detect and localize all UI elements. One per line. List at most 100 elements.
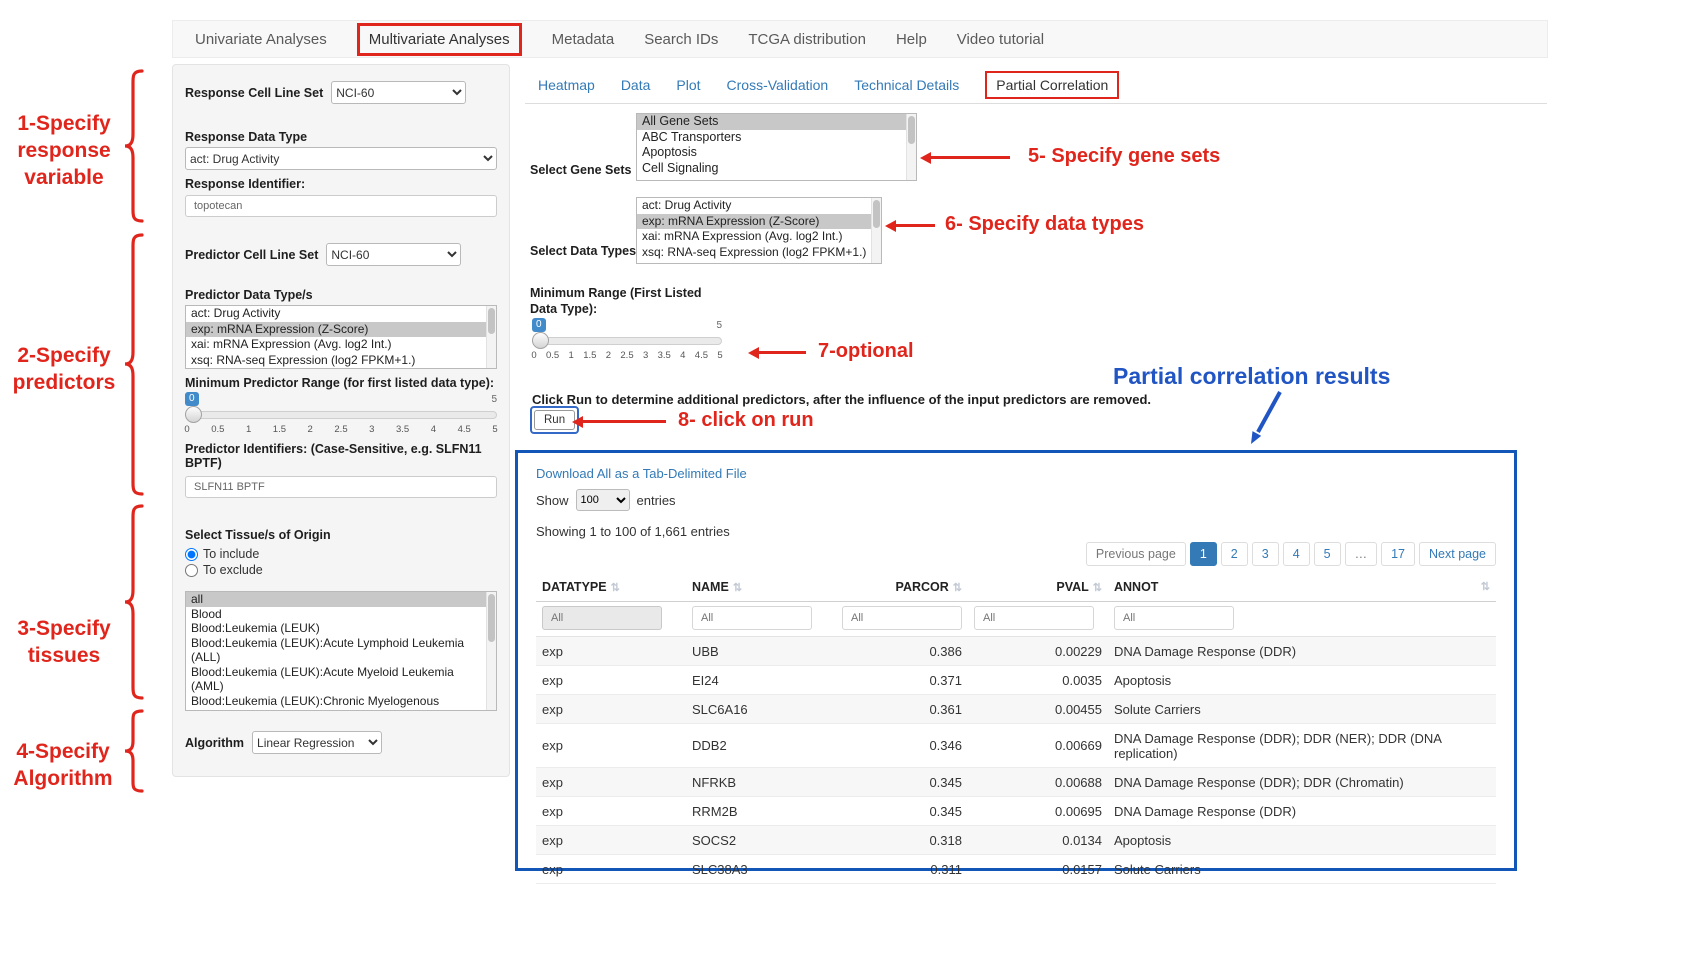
list-item[interactable]: exp: mRNA Expression (Z-Score) xyxy=(637,214,881,230)
next-page-button[interactable]: Next page xyxy=(1419,542,1496,566)
tab-data[interactable]: Data xyxy=(621,77,651,93)
algorithm-select[interactable]: Linear Regression xyxy=(252,731,382,754)
response-data-type-select[interactable]: act: Drug Activity xyxy=(185,147,497,170)
page-button-3[interactable]: 3 xyxy=(1252,542,1279,566)
page-button-4[interactable]: 4 xyxy=(1283,542,1310,566)
download-tab-delimited-link[interactable]: Download All as a Tab-Delimited File xyxy=(536,466,747,481)
showing-entries-text: Showing 1 to 100 of 1,661 entries xyxy=(536,524,1496,539)
entries-per-page-select[interactable]: 100 xyxy=(576,489,630,511)
predictor-cell-line-set-row: Predictor Cell Line Set NCI-60 xyxy=(185,243,497,266)
sort-icon[interactable]: ⇅ xyxy=(1093,582,1102,594)
scrollbar-thumb[interactable] xyxy=(488,308,495,334)
brace-predictors-section xyxy=(120,232,146,497)
page: Univariate Analyses Multivariate Analyse… xyxy=(0,0,1700,956)
filter-annot-input[interactable] xyxy=(1114,606,1234,630)
response-cell-line-set-select[interactable]: NCI-60 xyxy=(331,81,466,104)
tab-divider xyxy=(525,103,1547,104)
table-row: exp RRM2B 0.345 0.00695 DNA Damage Respo… xyxy=(536,797,1496,826)
slider-handle[interactable] xyxy=(532,332,549,349)
list-item[interactable]: exp: mRNA Expression (Z-Score) xyxy=(186,322,496,338)
tissue-exclude-label: To exclude xyxy=(203,563,263,577)
tissue-include-radio[interactable] xyxy=(185,548,198,561)
col-header-annot[interactable]: ANNOT⇅ xyxy=(1108,572,1496,602)
sort-icon[interactable]: ⇅ xyxy=(733,582,742,594)
list-item[interactable]: Apoptosis xyxy=(637,145,916,161)
col-header-parcor[interactable]: PARCOR⇅ xyxy=(836,572,968,602)
algorithm-label: Algorithm xyxy=(185,736,244,750)
sort-icon[interactable]: ⇅ xyxy=(1481,580,1490,593)
table-row: exp SLC38A3 0.311 0.0157 Solute Carriers xyxy=(536,855,1496,884)
tissue-exclude-radio[interactable] xyxy=(185,564,198,577)
tab-heatmap[interactable]: Heatmap xyxy=(538,77,595,93)
list-item[interactable]: all xyxy=(186,592,496,607)
tab-technical-details[interactable]: Technical Details xyxy=(854,77,959,93)
page-button-2[interactable]: 2 xyxy=(1221,542,1248,566)
list-item[interactable]: xsq: RNA-seq Expression (log2 FPKM+1.) xyxy=(637,245,881,261)
brace-response-section xyxy=(120,68,146,224)
response-identifier-input[interactable] xyxy=(185,195,497,217)
previous-page-button[interactable]: Previous page xyxy=(1086,542,1186,566)
nav-search-ids[interactable]: Search IDs xyxy=(644,31,718,48)
list-item[interactable]: Blood:Leukemia (LEUK):Acute Myeloid Leuk… xyxy=(186,665,496,694)
col-header-name[interactable]: NAME⇅ xyxy=(686,572,836,602)
list-item[interactable]: ABC Transporters xyxy=(637,130,916,146)
scrollbar-thumb[interactable] xyxy=(908,116,915,144)
list-item[interactable]: Blood:Leukemia (LEUK) xyxy=(186,621,496,636)
control-panel: Response Cell Line Set NCI-60 Response D… xyxy=(172,64,510,777)
nav-tcga-distribution[interactable]: TCGA distribution xyxy=(748,31,866,48)
scrollbar xyxy=(871,198,881,263)
predictor-cell-line-set-select[interactable]: NCI-60 xyxy=(326,243,461,266)
entries-label: entries xyxy=(637,493,676,508)
sort-icon[interactable]: ⇅ xyxy=(611,582,620,594)
list-item[interactable]: xai: mRNA Expression (Avg. log2 Int.) xyxy=(637,229,881,245)
scrollbar-thumb[interactable] xyxy=(488,594,495,642)
tab-plot[interactable]: Plot xyxy=(676,77,700,93)
filter-datatype-input[interactable] xyxy=(542,606,662,630)
tab-partial-correlation[interactable]: Partial Correlation xyxy=(985,71,1119,99)
list-item[interactable]: xai: mRNA Expression (Avg. log2 Int.) xyxy=(186,337,496,353)
show-label: Show xyxy=(536,493,569,508)
filter-name-input[interactable] xyxy=(692,606,812,630)
brace-tissues-section xyxy=(120,503,146,701)
slider-track xyxy=(185,411,497,419)
sort-icon[interactable]: ⇅ xyxy=(953,582,962,594)
list-item[interactable]: act: Drug Activity xyxy=(186,306,496,322)
scrollbar-thumb[interactable] xyxy=(873,200,880,228)
list-item[interactable]: Blood:Leukemia (LEUK):Acute Lymphoid Leu… xyxy=(186,636,496,665)
list-item[interactable]: Cell Signaling xyxy=(637,161,916,177)
tissue-include-label: To include xyxy=(203,547,259,561)
nav-help[interactable]: Help xyxy=(896,31,927,48)
slider-value-badge: 0 xyxy=(185,392,199,406)
tissue-include-option: To include xyxy=(185,547,497,561)
page-button-17[interactable]: 17 xyxy=(1381,542,1415,566)
predictor-identifiers-label: Predictor Identifiers: (Case-Sensitive, … xyxy=(185,442,497,470)
predictor-data-types-list: act: Drug Activity exp: mRNA Expression … xyxy=(185,305,497,369)
annotation-step1: 1-Specify response variable xyxy=(8,110,120,191)
filter-parcor-input[interactable] xyxy=(842,606,962,630)
nav-multivariate-analyses[interactable]: Multivariate Analyses xyxy=(357,23,522,56)
filter-pval-input[interactable] xyxy=(974,606,1094,630)
list-item[interactable]: Blood xyxy=(186,607,496,622)
list-item[interactable]: All Gene Sets xyxy=(637,114,916,130)
table-row: exp DDB2 0.346 0.00669 DNA Damage Respon… xyxy=(536,724,1496,768)
slider-handle[interactable] xyxy=(185,406,202,423)
nav-video-tutorial[interactable]: Video tutorial xyxy=(957,31,1044,48)
arrow-to-gene-sets xyxy=(930,156,1010,159)
page-button-5[interactable]: 5 xyxy=(1314,542,1341,566)
list-item[interactable]: xsq: RNA-seq Expression (log2 FPKM+1.) xyxy=(186,353,496,369)
arrow-to-range-slider xyxy=(758,351,806,354)
gene-sets-list: All Gene Sets ABC Transporters Apoptosis… xyxy=(636,113,917,181)
tab-cross-validation[interactable]: Cross-Validation xyxy=(727,77,829,93)
predictor-identifiers-input[interactable] xyxy=(185,476,497,498)
col-header-datatype[interactable]: DATATYPE⇅ xyxy=(536,572,686,602)
nav-univariate-analyses[interactable]: Univariate Analyses xyxy=(195,31,327,48)
nav-metadata[interactable]: Metadata xyxy=(552,31,615,48)
tissue-exclude-option: To exclude xyxy=(185,563,497,577)
page-ellipsis: … xyxy=(1345,542,1378,566)
filter-row xyxy=(536,602,1496,637)
list-item[interactable]: Blood:Leukemia (LEUK):Chronic Myelogenou… xyxy=(186,694,496,712)
list-item[interactable]: act: Drug Activity xyxy=(637,198,881,214)
col-header-pval[interactable]: PVAL⇅ xyxy=(968,572,1108,602)
run-button[interactable]: Run xyxy=(534,410,575,430)
page-button-1[interactable]: 1 xyxy=(1190,542,1217,566)
